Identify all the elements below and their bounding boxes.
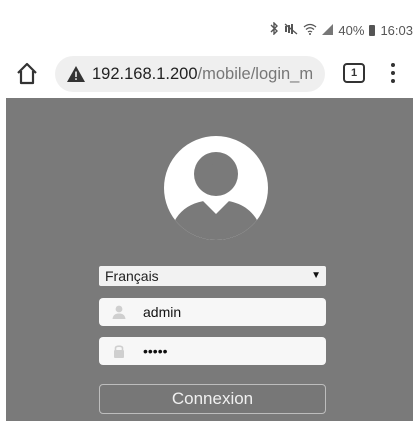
warning-icon: [67, 66, 85, 82]
bluetooth-icon: [269, 21, 279, 38]
lock-icon: [114, 345, 124, 358]
url-path: /mobile/login_m: [197, 65, 314, 83]
user-icon: [112, 305, 126, 319]
battery-icon: [369, 24, 376, 36]
dropdown-arrow-icon: ▼: [311, 270, 321, 281]
home-button[interactable]: [12, 59, 42, 89]
login-page: Français ▼ admin ••••• Connexion: [6, 98, 413, 421]
username-value: admin: [143, 304, 182, 320]
status-bar: 40% 16:03: [0, 0, 419, 56]
language-value: Français: [105, 268, 159, 284]
address-bar[interactable]: 192.168.1.200/mobile/login_m: [55, 56, 325, 92]
menu-dot-icon: [391, 79, 395, 83]
battery-percent: 40%: [338, 22, 365, 38]
mute-icon: [284, 23, 298, 38]
user-avatar-icon: [164, 136, 268, 240]
menu-dot-icon: [391, 71, 395, 75]
home-icon: [17, 62, 37, 85]
browser-toolbar: 192.168.1.200/mobile/login_m 1: [0, 52, 419, 98]
wifi-icon: [303, 23, 317, 38]
url-text: 192.168.1.200/mobile/login_m: [92, 64, 313, 84]
language-select[interactable]: Français ▼: [99, 266, 326, 286]
url-host: 192.168.1.200: [92, 65, 198, 83]
login-button[interactable]: Connexion: [99, 384, 326, 414]
password-field[interactable]: •••••: [99, 337, 326, 365]
status-icons: 40% 16:03: [269, 21, 413, 38]
password-value: •••••: [143, 343, 168, 359]
signal-icon: [322, 23, 334, 38]
menu-dot-icon: [391, 63, 395, 67]
menu-button[interactable]: [385, 61, 401, 87]
username-field[interactable]: admin: [99, 298, 326, 326]
clock: 16:03: [380, 22, 413, 38]
tab-switcher-button[interactable]: 1: [343, 63, 365, 83]
